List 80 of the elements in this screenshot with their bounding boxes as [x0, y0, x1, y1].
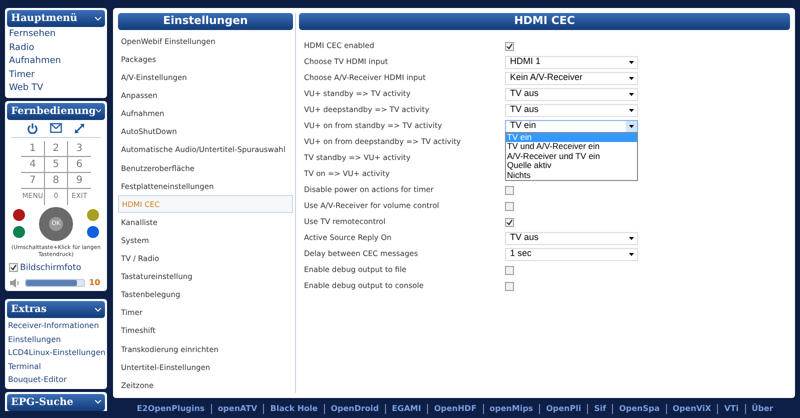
select-field[interactable]: HDMI 1 [505, 56, 638, 68]
menu-link[interactable]: Timer [9, 68, 105, 82]
box-title: Extras [11, 303, 47, 318]
menu-link[interactable]: Web TV [9, 82, 105, 96]
remote-key[interactable]: 6 [68, 156, 91, 172]
color-key[interactable] [13, 226, 25, 238]
checkbox-label: Bildschirmfoto [20, 262, 82, 274]
checkbox[interactable] [9, 263, 18, 272]
checkmark-icon [506, 218, 513, 226]
footer-link[interactable]: Sif [594, 403, 606, 415]
select-value: Kein A/V-Receiver [510, 71, 583, 84]
box-title: Fernbedienung [11, 104, 96, 118]
chevron-icon [95, 16, 101, 20]
footer-link[interactable]: openMips [490, 403, 534, 415]
remote-key[interactable]: 3 [68, 140, 91, 156]
dropdown-option[interactable]: Quelle aktiv [506, 161, 637, 171]
footer-link[interactable]: OpenPli [546, 403, 582, 415]
footer-link[interactable]: VTi [724, 403, 739, 415]
footer-link[interactable]: OpenViX [672, 403, 712, 415]
chevron-icon [95, 308, 101, 312]
menu-link[interactable]: Fernsehen [9, 28, 105, 42]
box-header[interactable]: Extras [7, 301, 105, 318]
dropdown-option[interactable]: TV und A/V-Receiver ein [506, 142, 637, 152]
volume-reading: 10 [89, 277, 100, 290]
speaker-icon[interactable] [9, 278, 21, 288]
checkbox[interactable] [505, 266, 514, 274]
footer-link[interactable]: OpenSpa [619, 403, 660, 415]
checkbox[interactable] [505, 42, 514, 50]
footer-link[interactable]: OpenHDF [434, 403, 477, 415]
select-field[interactable]: Kein A/V-Receiver [505, 72, 638, 84]
color-key[interactable] [13, 209, 25, 221]
volume-slider[interactable] [25, 279, 85, 288]
remote-key[interactable]: 2 [44, 140, 68, 156]
select-value: TV aus [510, 103, 539, 116]
menu-link[interactable]: Radio [9, 42, 105, 55]
checkbox[interactable] [505, 202, 514, 210]
checkmark-icon [506, 42, 513, 50]
footer-link[interactable]: E2OpenPlugins [136, 403, 205, 415]
select-value: TV aus [510, 87, 539, 100]
checkbox[interactable] [505, 218, 514, 226]
box-title: EPG-Suche [11, 396, 74, 410]
select-field[interactable]: TV aus [505, 104, 638, 116]
box-header[interactable]: Fernbedienung [7, 102, 105, 120]
power-icon[interactable] [27, 122, 38, 134]
select-value: TV aus [510, 231, 539, 244]
select-field[interactable]: 1 sec [505, 248, 638, 260]
expand-icon[interactable] [74, 122, 85, 134]
chevron-icon [96, 109, 101, 113]
footer-link[interactable]: EGAMI [392, 403, 422, 415]
remote-key[interactable]: 4 [21, 156, 44, 172]
chevron-icon [95, 400, 101, 404]
remote-key[interactable]: 5 [44, 156, 68, 172]
footer-link[interactable]: openATV [218, 403, 258, 415]
select-field[interactable]: TV ein [505, 120, 638, 132]
checkmark-icon [10, 264, 17, 272]
footer-link[interactable]: OpenDroid [330, 403, 379, 415]
mail-icon[interactable] [50, 122, 62, 132]
dropdown-option[interactable]: A/V-Receiver und TV ein [506, 152, 637, 162]
settings-header: Einstellungen [118, 13, 293, 30]
dropdown-option[interactable]: Nichts [506, 170, 637, 180]
checkbox[interactable] [505, 186, 514, 194]
box-header[interactable]: EPG-Suche [7, 394, 105, 411]
checkbox[interactable] [505, 282, 514, 290]
select-value: TV ein [510, 119, 536, 132]
footer-link[interactable]: Black Hole [270, 403, 318, 415]
remote-key[interactable]: 8 [44, 172, 68, 188]
remote-key[interactable]: 1 [21, 140, 44, 156]
select-field[interactable]: TV aus [505, 88, 638, 100]
panel-header: HDMI CEC [299, 13, 790, 30]
box-header[interactable]: Hauptmenü [7, 10, 105, 27]
color-key[interactable] [87, 226, 99, 238]
select-value: HDMI 1 [510, 55, 541, 68]
select-field[interactable]: TV aus [505, 232, 638, 244]
remote-key[interactable]: 9 [68, 172, 91, 188]
menu-link[interactable]: Aufnahmen [9, 55, 105, 68]
footer-link[interactable]: Über [752, 403, 774, 415]
box-title: Hauptmenü [11, 12, 78, 26]
select-value: 1 sec [510, 247, 532, 260]
remote-key[interactable]: 7 [21, 172, 44, 188]
color-key[interactable] [87, 209, 99, 221]
